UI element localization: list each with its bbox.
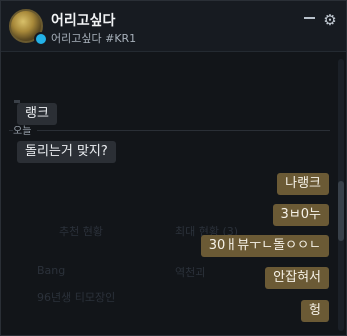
chat-history[interactable]: 추천 현황 최대 현황 (3) Bang 역천괴 96년생 티모장인 오늘 랭크… <box>1 51 346 335</box>
chat-scrollbar[interactable] <box>338 59 344 331</box>
gear-icon[interactable]: ⚙ <box>322 12 338 28</box>
message-bubble-outgoing[interactable]: 3ㅂ0누 <box>272 204 329 226</box>
contact-riot-id: 어리고싶다 #KR1 <box>51 32 137 45</box>
overlay-row1-col1: Bang <box>37 264 66 277</box>
message-bubble-incoming[interactable]: 랭크 <box>17 103 57 125</box>
message-bubble-outgoing[interactable]: 헝 <box>301 300 329 322</box>
message-bubble-outgoing[interactable]: 안잡혀서 <box>265 267 329 289</box>
contact-name: 어리고싶다 <box>51 13 116 29</box>
online-status-icon <box>34 32 48 46</box>
chat-window: 어리고싶다 어리고싶다 #KR1 ⚙ 추천 현황 최대 현황 (3) Bang … <box>0 0 347 336</box>
scrollbar-thumb[interactable] <box>338 181 344 241</box>
day-divider <box>9 130 330 131</box>
chat-header: 어리고싶다 어리고싶다 #KR1 ⚙ <box>1 1 346 52</box>
overlay-row1-col2: 역천괴 <box>175 266 206 279</box>
message-bubble-outgoing[interactable]: 30ㅐ뷰ㅜㄴ돌ㅇㅇㄴ <box>200 235 329 257</box>
overlay-row2-col1: 96년생 티모장인 <box>37 291 116 304</box>
overlay-col1-header: 추천 현황 <box>59 225 103 238</box>
message-bubble-outgoing[interactable]: 나랭크 <box>277 173 329 195</box>
minimize-button[interactable] <box>304 17 315 19</box>
message-bubble-incoming[interactable]: 돌리는거 맞지? <box>17 141 116 163</box>
